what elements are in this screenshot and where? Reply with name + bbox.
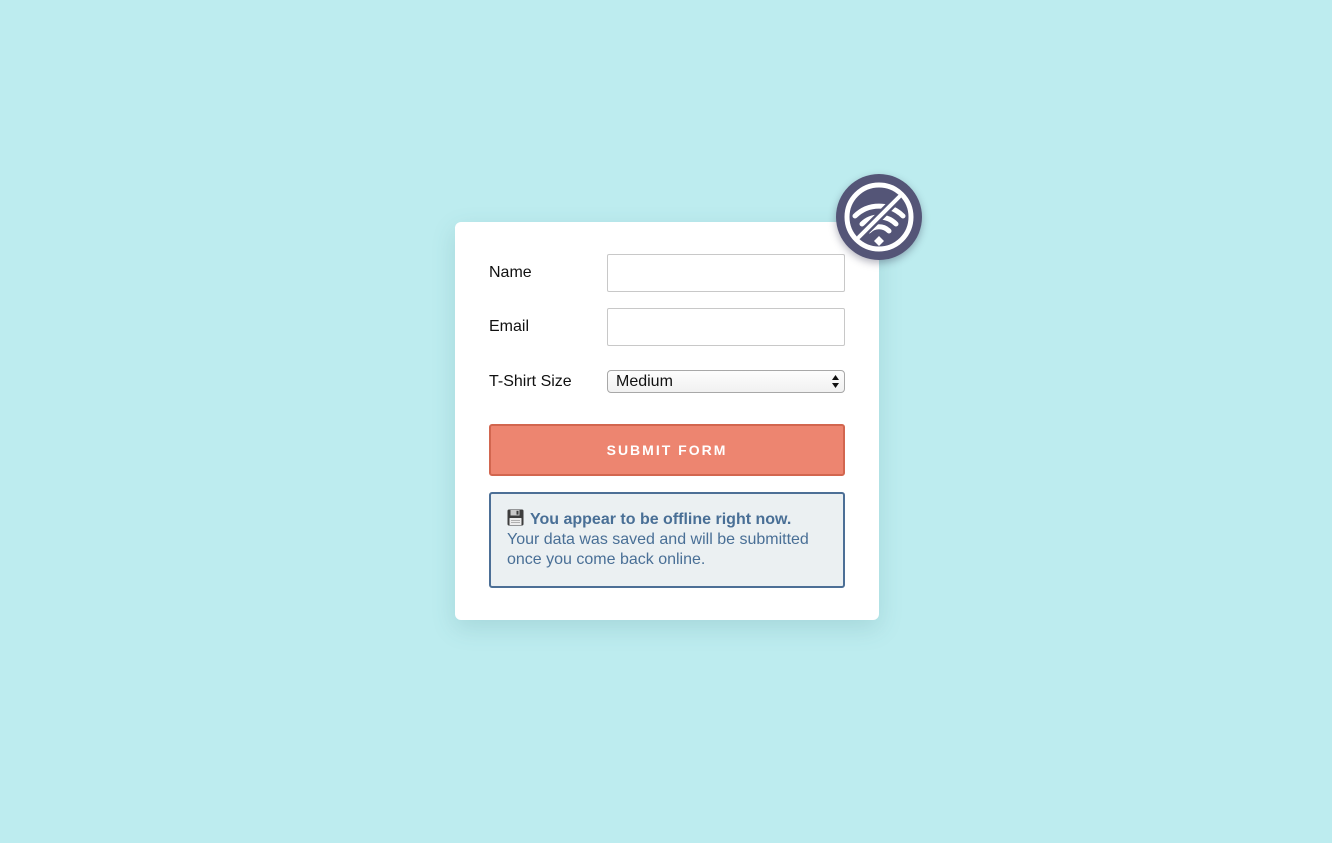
wifi-off-icon [844, 182, 914, 252]
tshirt-size-selected-value: Medium [616, 372, 673, 390]
email-row: Email [489, 308, 845, 346]
offline-notice: You appear to be offline right now. Your… [489, 492, 845, 588]
tshirt-size-select[interactable]: Medium [607, 370, 845, 393]
floppy-disk-icon [507, 509, 524, 526]
submit-form-button[interactable]: SUBMIT FORM [489, 424, 845, 476]
name-input[interactable] [607, 254, 845, 292]
name-label: Name [489, 264, 532, 281]
name-row: Name [489, 254, 845, 292]
tshirt-size-label: T-Shirt Size [489, 372, 572, 390]
email-input[interactable] [607, 308, 845, 346]
offline-status-badge [836, 174, 922, 260]
form-card: Name Email T-Shirt Size Medium SUBMIT FO… [455, 222, 879, 620]
offline-notice-title: You appear to be offline right now. [530, 511, 792, 528]
offline-notice-body: Your data was saved and will be submitte… [507, 531, 809, 568]
tshirt-size-row: T-Shirt Size Medium [489, 370, 845, 393]
email-label: Email [489, 318, 530, 335]
select-arrows-icon [832, 375, 839, 388]
